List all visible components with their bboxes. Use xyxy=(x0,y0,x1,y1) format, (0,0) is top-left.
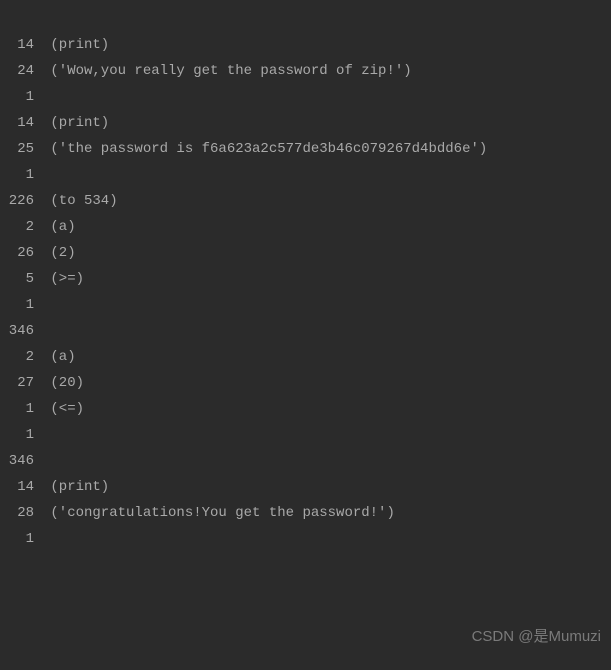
code-line: 2 (a) xyxy=(0,214,611,240)
line-number: 1 xyxy=(0,292,42,318)
line-content: (to 534) xyxy=(42,188,118,214)
line-number: 2 xyxy=(0,344,42,370)
code-line: 1 xyxy=(0,526,611,552)
line-number: 346 xyxy=(0,318,42,344)
code-line: 14 (print) xyxy=(0,474,611,500)
code-line: 27 (20) xyxy=(0,370,611,396)
line-content: (a) xyxy=(42,344,76,370)
line-content: ('Wow,you really get the password of zip… xyxy=(42,58,412,84)
code-line: 1 xyxy=(0,422,611,448)
line-number: 1 xyxy=(0,526,42,552)
code-line: 1 xyxy=(0,162,611,188)
code-line: 14 (print) xyxy=(0,32,611,58)
line-content: (2) xyxy=(42,240,76,266)
line-number: 25 xyxy=(0,136,42,162)
line-number: 1 xyxy=(0,396,42,422)
code-line: 2 (a) xyxy=(0,344,611,370)
code-line: 1 xyxy=(0,292,611,318)
line-content: (a) xyxy=(42,214,76,240)
code-line: 1 (<=) xyxy=(0,396,611,422)
line-number: 346 xyxy=(0,448,42,474)
code-line: 26 (2) xyxy=(0,240,611,266)
line-number: 26 xyxy=(0,240,42,266)
line-content: (<=) xyxy=(42,396,84,422)
code-output-panel: 14 (print)24 ('Wow,you really get the pa… xyxy=(0,0,611,552)
code-line: 25 ('the password is f6a623a2c577de3b46c… xyxy=(0,136,611,162)
line-number: 24 xyxy=(0,58,42,84)
line-content: ('the password is f6a623a2c577de3b46c079… xyxy=(42,136,487,162)
line-content: (print) xyxy=(42,32,109,58)
code-line: 14 (print) xyxy=(0,110,611,136)
line-number: 27 xyxy=(0,370,42,396)
line-content: ('congratulations!You get the password!'… xyxy=(42,500,395,526)
code-line: 24 ('Wow,you really get the password of … xyxy=(0,58,611,84)
line-content: (print) xyxy=(42,474,109,500)
code-line: 346 xyxy=(0,448,611,474)
line-number: 5 xyxy=(0,266,42,292)
line-number: 28 xyxy=(0,500,42,526)
code-line: 226 (to 534) xyxy=(0,188,611,214)
watermark-text: CSDN @是Mumuzi xyxy=(472,624,601,650)
code-line: 1 xyxy=(0,84,611,110)
code-line: 346 xyxy=(0,318,611,344)
line-content: (>=) xyxy=(42,266,84,292)
line-number: 226 xyxy=(0,188,42,214)
line-number: 14 xyxy=(0,110,42,136)
line-content: (print) xyxy=(42,110,109,136)
code-line: 5 (>=) xyxy=(0,266,611,292)
line-number: 2 xyxy=(0,214,42,240)
line-number: 1 xyxy=(0,422,42,448)
line-number: 14 xyxy=(0,32,42,58)
line-number: 14 xyxy=(0,474,42,500)
code-line: 28 ('congratulations!You get the passwor… xyxy=(0,500,611,526)
line-number: 1 xyxy=(0,162,42,188)
line-number: 1 xyxy=(0,84,42,110)
line-content: (20) xyxy=(42,370,84,396)
